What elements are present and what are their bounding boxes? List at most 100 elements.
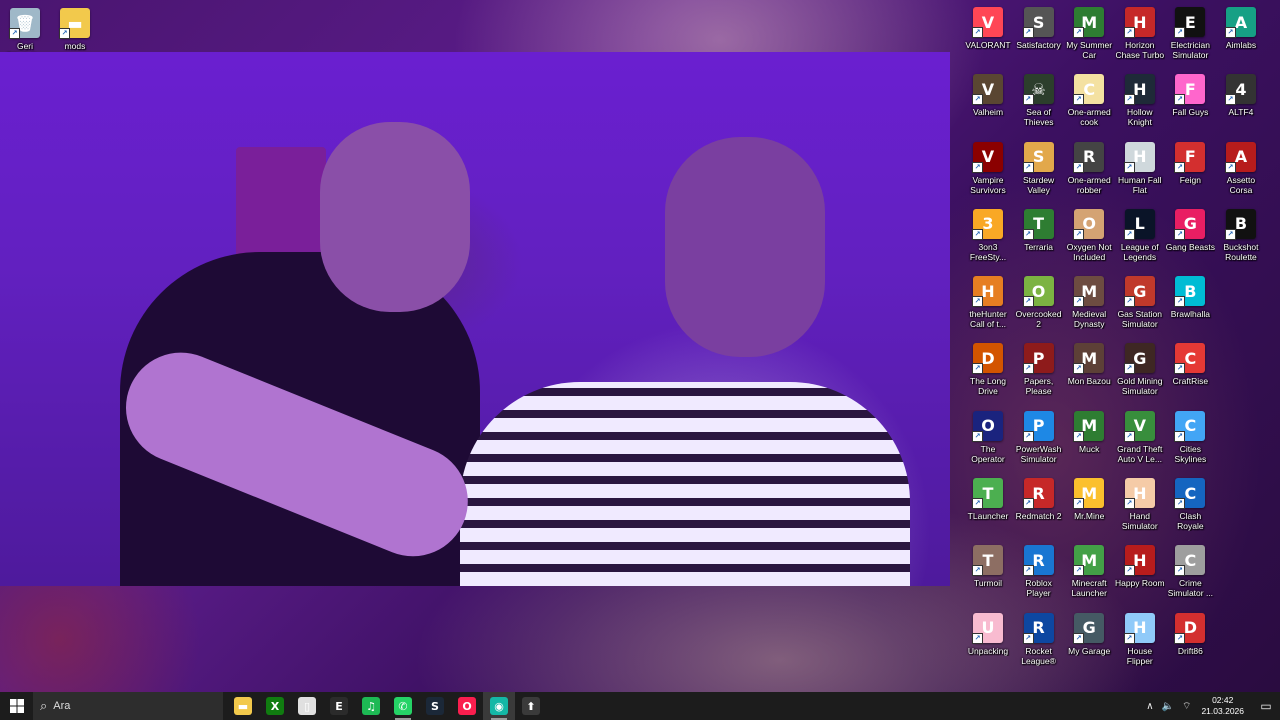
desktop-shortcut-human-fall-flat[interactable]: H ↗ Human Fall Flat (1115, 138, 1165, 205)
desktop-shortcut-feign[interactable]: F ↗ Feign (1165, 138, 1215, 205)
desktop-shortcut-the-long-drive[interactable]: D ↗ The Long Drive (963, 339, 1013, 406)
desktop-shortcut-league-of-legends[interactable]: L ↗ League of Legends (1115, 205, 1165, 272)
desktop-shortcut-overcooked[interactable]: O ↗ Overcooked 2 (1014, 272, 1064, 339)
desktop-shortcut-papers-please[interactable]: P ↗ Papers, Please (1014, 339, 1064, 406)
webcam-video-window[interactable] (0, 52, 950, 586)
desktop-shortcut-brawlhalla[interactable]: B ↗ Brawlhalla (1165, 272, 1215, 339)
taskbar-steam-button[interactable]: S (419, 692, 451, 720)
shortcut-arrow-icon: ↗ (1174, 363, 1186, 375)
desktop-shortcut-mr-mine[interactable]: M ↗ Mr.Mine (1064, 474, 1114, 541)
start-button[interactable] (0, 692, 33, 720)
desktop-shortcut-aimlabs[interactable]: A ↗ Aimlabs (1216, 3, 1266, 70)
desktop-shortcut-hand-simulator[interactable]: H ↗ Hand Simulator (1115, 474, 1165, 541)
shortcut-arrow-icon: ↗ (1123, 296, 1135, 308)
shortcut-arrow-icon: ↗ (1123, 27, 1135, 38)
shortcut-arrow-icon: ↗ (1224, 94, 1236, 106)
desktop-icon-label: House Flipper (1126, 645, 1153, 666)
shortcut-arrow-icon: ↗ (1174, 94, 1186, 106)
folder-icon: ▬ ↗ (59, 8, 90, 39)
desktop-icon-label: Human Fall Flat (1118, 174, 1162, 195)
taskbar-opera-gx-button[interactable]: O (451, 692, 483, 720)
desktop-shortcut-craftrise[interactable]: C ↗ CraftRise (1165, 339, 1215, 406)
taskbar-whatsapp-button[interactable]: ✆ (387, 692, 419, 720)
shortcut-arrow-icon: ↗ (1174, 228, 1186, 240)
empty-icon-slot (1216, 272, 1266, 339)
desktop-icon-label: Hollow Knight (1127, 107, 1153, 128)
desktop-shortcut-valorant[interactable]: V ↗ VALORANT (963, 3, 1013, 70)
notification-center-icon[interactable]: ▭ (1252, 699, 1280, 713)
desktop-icon-label: theHunter Call of t... (969, 309, 1007, 330)
desktop-shortcut-gold-mining-simulator[interactable]: G ↗ Gold Mining Simulator (1115, 339, 1165, 406)
desktop-shortcut-redmatch-2[interactable]: R ↗ Redmatch 2 (1014, 474, 1064, 541)
overcooked-icon: O ↗ (1022, 276, 1054, 308)
shortcut-arrow-icon: ↗ (1022, 565, 1034, 577)
medieval-dynasty-icon: M ↗ (1073, 276, 1105, 308)
desktop-shortcut-tlauncher[interactable]: T ↗ TLauncher (963, 474, 1013, 541)
my-garage-icon: G ↗ (1073, 612, 1105, 644)
assetto-corsa-icon: A ↗ (1224, 141, 1256, 173)
desktop-shortcut-fall-guys[interactable]: F ↗ Fall Guys (1165, 70, 1215, 137)
show-hidden-icons-icon[interactable]: ∧ (1146, 701, 1153, 712)
desktop-shortcut-one-armed-robber[interactable]: R ↗ One-armed robber (1064, 138, 1114, 205)
shortcut-arrow-icon: ↗ (1073, 363, 1085, 375)
shortcut-arrow-icon: ↗ (1073, 228, 1085, 240)
network-icon[interactable]: ⌔ (1182, 700, 1191, 713)
desktop-shortcut-crime-simulator[interactable]: C ↗ Crime Simulator ... (1165, 541, 1215, 608)
turmoil-icon: T ↗ (972, 545, 1003, 577)
desktop-shortcut-clash-royale[interactable]: C ↗ Clash Royale (1165, 474, 1215, 541)
desktop-shortcut-medieval-dynasty[interactable]: M ↗ Medieval Dynasty (1064, 272, 1114, 339)
desktop-shortcut-turmoil[interactable]: T ↗ Turmoil (963, 541, 1013, 608)
desktop-shortcut-powerwash-simulator[interactable]: P ↗ PowerWash Simulator (1014, 407, 1064, 474)
desktop-icon-label: Gang Beasts (1165, 241, 1215, 252)
desktop-shortcut-terraria[interactable]: T ↗ Terraria (1014, 205, 1064, 272)
shortcut-arrow-icon: ↗ (9, 28, 20, 39)
desktop-shortcut-stardew-valley[interactable]: S ↗ Stardew Valley (1014, 138, 1064, 205)
taskbar-search-box[interactable]: ⌕ Ara (33, 692, 223, 720)
desktop-shortcut-the-operator[interactable]: O ↗ The Operator (963, 407, 1013, 474)
desktop-shortcut-roblox-player[interactable]: R ↗ Roblox Player (1014, 541, 1064, 608)
desktop-shortcut-thehunter[interactable]: H ↗ theHunter Call of t... (963, 272, 1013, 339)
desktop-shortcut-valheim[interactable]: V ↗ Valheim (963, 70, 1013, 137)
desktop-shortcut-drift86[interactable]: D ↗ Drift86 (1165, 609, 1215, 676)
desktop-shortcut-hollow-knight[interactable]: H ↗ Hollow Knight (1115, 70, 1165, 137)
desktop-shortcut-gta-v[interactable]: V ↗ Grand Theft Auto V Le... (1115, 407, 1165, 474)
taskbar-file-explorer-button[interactable]: ▬ (227, 692, 259, 720)
taskbar-camera-app-button[interactable]: ◉ (483, 692, 515, 720)
desktop-shortcut-vampire-survivors[interactable]: V ↗ Vampire Survivors (963, 138, 1013, 205)
desktop-shortcut-cities-skylines[interactable]: C ↗ Cities Skylines (1165, 407, 1215, 474)
desktop-shortcut-assetto-corsa[interactable]: A ↗ Assetto Corsa (1216, 138, 1266, 205)
desktop-shortcut-oxygen-not-included[interactable]: O ↗ Oxygen Not Included (1064, 205, 1114, 272)
taskbar-upload-app-button[interactable]: ⬆ (515, 692, 547, 720)
desktop-shortcut-house-flipper[interactable]: H ↗ House Flipper (1115, 609, 1165, 676)
desktop-shortcut-my-garage[interactable]: G ↗ My Garage (1064, 609, 1114, 676)
taskbar-epic-games-button[interactable]: E (323, 692, 355, 720)
video-person-right (460, 382, 910, 586)
desktop-shortcut-minecraft-launcher[interactable]: M ↗ Minecraft Launcher (1064, 541, 1114, 608)
desktop-shortcut-buckshot-roulette[interactable]: B ↗ Buckshot Roulette (1216, 205, 1266, 272)
powerwash-simulator-icon: P ↗ (1022, 410, 1054, 442)
desktop-shortcut-happy-room[interactable]: H ↗ Happy Room (1115, 541, 1165, 608)
desktop-shortcut-my-summer-car[interactable]: M ↗ My Summer Car (1064, 3, 1114, 70)
desktop-shortcut-horizon-chase[interactable]: H ↗ Horizon Chase Turbo (1115, 3, 1165, 70)
desktop-shortcut-rocket-league[interactable]: R ↗ Rocket League® (1014, 609, 1064, 676)
desktop-shortcut-muck[interactable]: M ↗ Muck (1064, 407, 1114, 474)
taskbar-xbox-button[interactable]: X (259, 692, 291, 720)
desktop-shortcut-altf4[interactable]: 4 ↗ ALTF4 (1216, 70, 1266, 137)
desktop-shortcut-satisfactory[interactable]: S ↗ Satisfactory (1014, 3, 1064, 70)
desktop-icon-label: My Summer Car (1066, 40, 1113, 60)
desktop-shortcut-electrician-simulator[interactable]: E ↗ Electrician Simulator (1165, 3, 1215, 70)
desktop-shortcut-3on3-freestyle[interactable]: 3 ↗ 3on3 FreeSty... (963, 205, 1013, 272)
opera-gx-icon: O (458, 697, 476, 715)
desktop-shortcut-one-armed-cook[interactable]: C ↗ One-armed cook (1064, 70, 1114, 137)
satisfactory-icon: S ↗ (1022, 7, 1054, 38)
desktop-shortcut-gas-station-simulator[interactable]: G ↗ Gas Station Simulator (1115, 272, 1165, 339)
desktop-icon-label: League of Legends (1120, 241, 1159, 262)
desktop-shortcut-mon-bazou[interactable]: M ↗ Mon Bazou (1064, 339, 1114, 406)
taskbar-spotify-button[interactable]: ♫ (355, 692, 387, 720)
clock[interactable]: 02:42 21.03.2026 (1201, 695, 1244, 717)
volume-icon[interactable]: 🔈 (1162, 701, 1174, 712)
taskbar-notepad-button[interactable]: ▯ (291, 692, 323, 720)
desktop-shortcut-unpacking[interactable]: U ↗ Unpacking (963, 609, 1013, 676)
desktop-shortcut-sea-of-thieves[interactable]: ☠ ↗ Sea of Thieves (1014, 70, 1064, 137)
desktop-shortcut-gang-beasts[interactable]: G ↗ Gang Beasts (1165, 205, 1215, 272)
